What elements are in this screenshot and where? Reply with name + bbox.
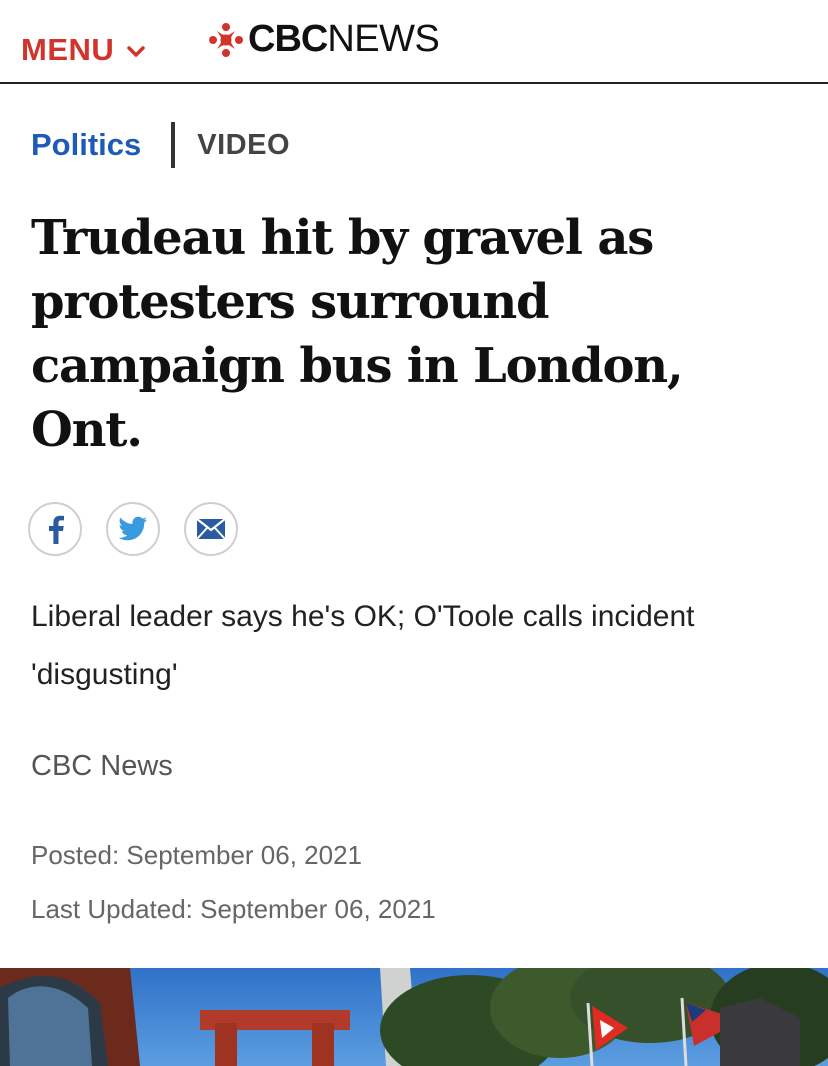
last-updated-date: Last Updated: September 06, 2021 (31, 894, 436, 924)
breadcrumb-divider (171, 122, 176, 168)
share-bar (28, 502, 262, 556)
article-deck: Liberal leader says he's OK; O'Toole cal… (31, 600, 695, 691)
breadcrumb-politics-link[interactable]: Politics (31, 127, 141, 163)
breadcrumb-video-label: VIDEO (197, 128, 291, 161)
chevron-down-icon (127, 46, 146, 57)
article-headline: Trudeau hit by gravel as protesters surr… (31, 210, 684, 458)
breadcrumb: Politics VIDEO (31, 122, 290, 168)
share-email-button[interactable] (184, 502, 238, 556)
posted-date: Posted: September 06, 2021 (31, 840, 363, 870)
cbc-news-logo[interactable]: CBC NEWS (208, 18, 440, 61)
share-facebook-button[interactable] (28, 502, 82, 556)
article-hero-image[interactable] (0, 968, 828, 1066)
email-icon (196, 518, 226, 540)
share-twitter-button[interactable] (106, 502, 160, 556)
logo-news-text: NEWS (327, 18, 440, 60)
cbc-gem-icon (209, 22, 243, 57)
logo-cbc-text: CBC (248, 18, 328, 60)
site-header: MENU CBC NEWS (0, 0, 828, 84)
facebook-icon (49, 515, 64, 544)
twitter-icon (118, 516, 147, 541)
article-byline: CBC News (31, 750, 173, 782)
hero-photo (0, 968, 828, 1066)
menu-button[interactable]: MENU (21, 32, 146, 68)
menu-label: MENU (21, 32, 115, 67)
